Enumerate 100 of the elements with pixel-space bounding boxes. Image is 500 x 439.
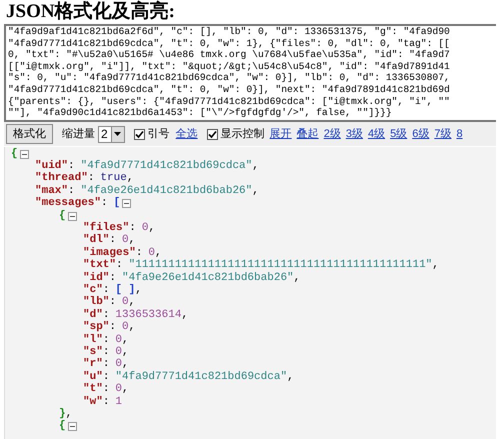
level-link[interactable]: 6级 [412,126,430,142]
comma: , [122,346,129,359]
colon: : [102,346,110,359]
json-key: "uid" [35,160,68,174]
json-key: "sp" [83,321,110,334]
colon: : [102,396,110,409]
json-key: "max" [35,184,68,198]
colon: : [109,234,116,247]
page-title: JSON格式化及高亮: [5,0,176,24]
colon: : [102,370,110,384]
json-value: 0 [115,346,122,358]
json-key: "lb" [83,296,110,310]
colon: : [109,272,116,285]
bracket: [ [114,197,120,210]
bracket: { [11,148,18,161]
json-value: "4fa9d7771d41c821bd69cdca" [115,370,288,384]
json-input-field[interactable]: "4fa9d9af1d41c821bd6a2f6d", "c": [], "lb": 0, "d": 1336531375, "g": "4fa9d90 "4fa9d7771d41c821bd69cdca", "t": 0, "w": 1}, {"files": 0, "dl": 0, "tag": [[ 0, "txt": "#\u52a0\u5165# \u4e86 tmxk.org \u7684\u5fae\u535a", "id": "4fa9d7 [["i@tmxk.org", "i"]], "txt": "&quot;/&gt;\u54c8\u54c8", "id": "4fa9d7891d41 "s": 0, "u": "4fa9d7771d41c821bd69cdca", "w": 0}], "lb": 0, "d": 1336530807, "4fa9d7771d41c821bd69cdca", "t": 0, "w": 0}], "next": "4fa9d7891d41c821bd69d {"parents": {}, "users": {"4fa9d7771d41c821bd69cdca": ["i@tmxk.org", "i", "" ""], "4fa9d90c1d41c821bd6a1453": ["\"/>fgfdgfdg'/>", false, ""]}}} [4,24,496,122]
json-value: 0 [115,358,122,371]
json-value: 0 [122,321,129,334]
level-link[interactable]: 3级 [346,126,363,142]
comma: , [252,184,259,198]
colon: : [102,358,110,372]
bracket: { [59,210,66,223]
collapse-icon[interactable] [122,199,132,208]
option-label: 显示控制 [220,126,265,142]
comma: , [135,284,142,297]
json-value: [ ] [115,284,136,296]
level-link[interactable]: 展开 [270,126,292,142]
colon: : [109,321,116,334]
comma: , [432,259,439,272]
comma: , [252,160,259,174]
checkbox[interactable] [134,128,145,140]
level-link[interactable]: 7级 [434,126,452,142]
bracket: } [59,408,66,420]
collapse-icon[interactable] [68,212,77,221]
level-link[interactable]: 8 [456,126,463,142]
colon: : [88,172,94,185]
json-key: "u" [83,370,103,384]
colon: : [109,296,116,310]
json-value: 1336533614 [115,308,182,322]
json-value: 0 [148,246,156,259]
colon: : [102,334,110,347]
json-key: "w" [83,396,103,409]
comma: , [122,383,129,396]
json-key: "files" [83,222,130,236]
json-value: "4fa9e26e1d41c821bd6bab26" [122,272,294,284]
json-key: "id" [83,272,110,285]
level-link[interactable]: 叠起 [296,126,319,142]
level-link[interactable]: 2级 [324,126,341,142]
collapse-icon[interactable] [68,422,77,432]
checkbox[interactable] [206,128,218,140]
comma: , [181,308,188,322]
comma: , [122,334,129,347]
format-button[interactable]: 格式化 [6,124,53,144]
json-key: "thread" [35,172,88,186]
colon: : [102,383,110,396]
level-link[interactable]: 4级 [368,126,386,142]
json-value: true [100,172,127,185]
json-value: "4fa9d7771d41c821bd69cdca" [80,160,252,172]
indent-label: 缩进量 [62,126,95,142]
json-value: 0 [142,222,148,236]
colon: : [102,284,110,296]
comma: , [294,272,300,285]
colon: : [68,184,75,197]
json-value: "4fa9e26e1d41c821bd6bab26" [80,184,252,197]
json-value: 0 [122,234,129,247]
json-value: 1 [115,396,122,409]
json-key: "l" [83,334,103,347]
comma: , [66,408,72,421]
json-value: 0 [115,334,122,346]
option-label: 引号 [148,126,170,142]
json-key: "dl" [83,234,110,248]
json-value: 0 [122,296,129,310]
colon: : [102,308,110,321]
colon: : [116,259,123,272]
json-key: "txt" [83,259,116,272]
level-link[interactable]: 5级 [390,126,408,142]
comma: , [126,172,134,185]
select-all-link[interactable]: 全选 [176,126,198,142]
bracket: { [59,420,66,434]
comma: , [128,234,136,247]
comma: , [128,321,136,334]
colon: : [136,246,142,259]
json-key: "d" [83,308,103,322]
comma: , [128,296,136,310]
json-key: "c" [83,284,103,297]
json-key: "images" [83,246,136,260]
comma: , [122,358,129,371]
colon: : [68,160,75,172]
comma: , [287,370,294,384]
json-value: "11111111111111111111111111111111111111111111" [128,259,432,272]
json-key: "messages" [35,197,102,210]
indent-select[interactable]: 2 [98,126,125,142]
colon: : [129,222,136,236]
json-key: "r" [83,358,103,372]
json-key: "t" [83,383,103,396]
json-value: 0 [115,383,122,396]
comma: , [148,222,156,236]
colon: : [101,197,108,210]
collapse-icon[interactable] [20,150,29,159]
